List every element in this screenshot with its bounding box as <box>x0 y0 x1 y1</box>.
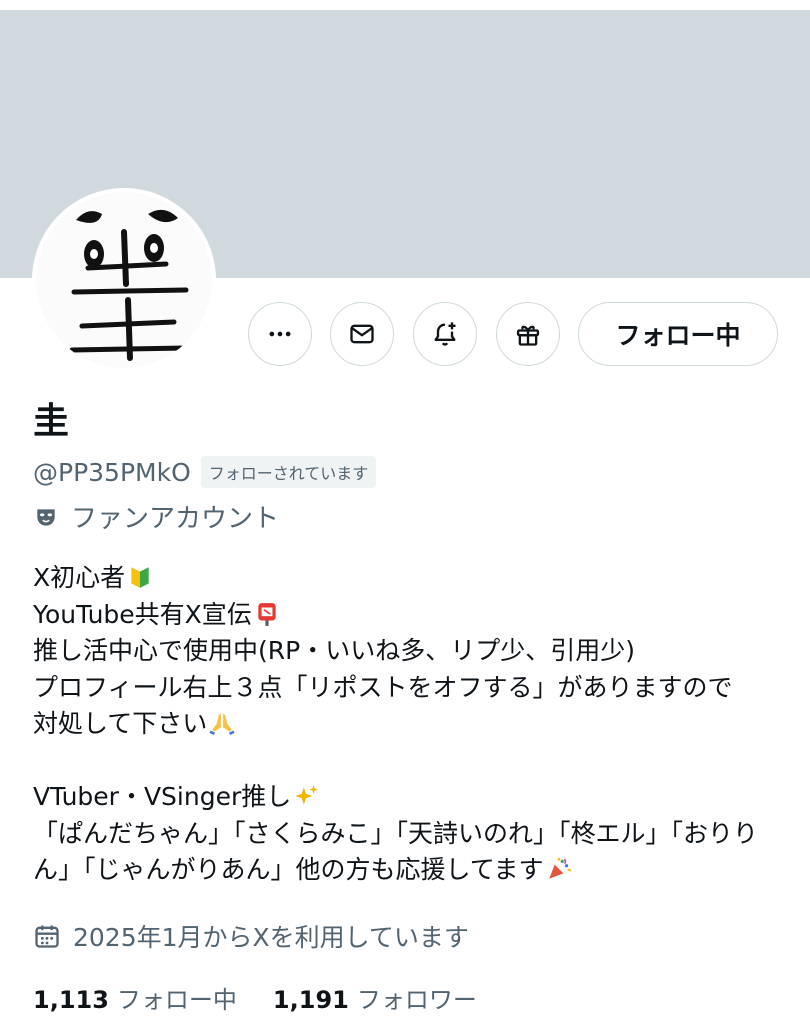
following-button[interactable]: フォロー中 <box>578 302 778 366</box>
bio-line: 推し活中心で使用中(RP・いいね多、リプ少、引用少) <box>33 636 635 665</box>
following-link[interactable]: 1,113 フォロー中 <box>33 980 237 1015</box>
party-popper-icon <box>548 857 572 879</box>
theater-masks-icon <box>37 508 55 526</box>
bio-blank-line <box>33 743 783 780</box>
display-name: 圭 <box>33 401 70 442</box>
bio-line: ん」「じゃんがりあん」他の方も応援してます <box>33 852 783 889</box>
bio-line: X初心者 <box>33 560 783 597</box>
bio-line: VTuber・VSinger推し <box>33 779 783 816</box>
joined-row: 2025年1月からXを利用しています <box>33 918 469 954</box>
gift-button[interactable] <box>496 302 560 366</box>
gift-icon <box>516 325 540 346</box>
profile-bio: X初心者 YouTube共有X宣伝 推し活中心で使用中(RP・いいね多、リプ少、… <box>33 560 783 889</box>
following-label: フォロー中 <box>116 986 237 1014</box>
envelope-icon <box>350 324 374 344</box>
postbox-icon <box>258 602 276 626</box>
bell-plus-icon <box>434 322 456 346</box>
sparkles-icon <box>295 785 319 805</box>
bio-line: 対処して下さい <box>33 706 783 743</box>
calendar-icon <box>35 925 59 948</box>
followers-link[interactable]: 1,191 フォロワー <box>273 980 477 1015</box>
username-handle: @PP35PMkO <box>33 457 191 487</box>
folded-hands-icon <box>209 713 235 736</box>
followers-count: 1,191 <box>272 986 349 1014</box>
notifications-button[interactable] <box>413 302 477 366</box>
beginner-mark-icon <box>131 567 149 588</box>
category-row: ファンアカウント <box>33 498 279 535</box>
bio-line: プロフィール右上３点「リポストをオフする」がありますので <box>33 672 733 702</box>
profile-actions: フォロー中 <box>0 302 810 368</box>
handle-row: @PP35PMkO フォローされています <box>33 456 377 488</box>
follows-you-badge: フォローされています <box>200 456 377 488</box>
bio-line: YouTube共有X宣伝 <box>33 597 783 634</box>
message-button[interactable] <box>330 302 394 366</box>
following-count: 1,113 <box>33 986 109 1014</box>
bio-line: 「ぱんだちゃん」「さくらみこ」「天詩いのれ」「柊エル」「おりり <box>33 818 759 848</box>
profile-category: ファンアカウント <box>71 504 280 534</box>
more-icon <box>269 331 291 337</box>
follow-stats: 1,113 フォロー中 1,191 フォロワー <box>33 980 513 1015</box>
followers-label: フォロワー <box>356 986 477 1014</box>
joined-date: 2025年1月からXを利用しています <box>73 923 469 952</box>
more-button[interactable] <box>248 302 312 366</box>
